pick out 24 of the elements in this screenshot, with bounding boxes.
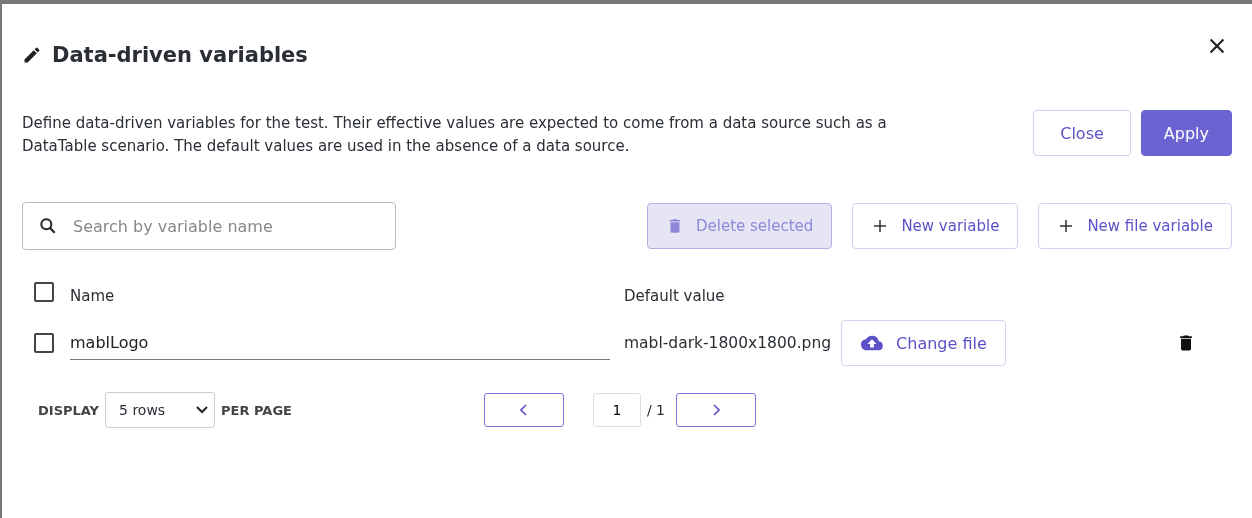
- add-button[interactable]: New variable: [852, 203, 1019, 249]
- chevron-right-icon: [712, 404, 720, 416]
- rows-per-page-select[interactable]: 5 rows: [105, 392, 216, 428]
- apply-button[interactable]: Apply: [1140, 110, 1232, 156]
- dialog-title: Data-driven variables: [52, 43, 309, 67]
- column-header: Name: [70, 287, 116, 305]
- per-page-label: PER PAGE: [221, 402, 292, 418]
- page-field[interactable]: 1: [592, 393, 641, 427]
- search-field[interactable]: Search by variable name: [22, 202, 396, 250]
- next-page-button[interactable]: [676, 393, 756, 427]
- display-label: DISPLAY: [38, 402, 100, 418]
- page-total: / 1: [646, 402, 665, 418]
- chevron-left-icon: [519, 404, 528, 416]
- previous-page-button[interactable]: [483, 393, 564, 427]
- chevron-down-icon: [196, 406, 209, 414]
- pencil-icon: [22, 45, 42, 65]
- change-file-button[interactable]: Change file: [841, 320, 1006, 366]
- add-button[interactable]: New file variable: [1038, 203, 1232, 249]
- description-text: Define data-driven variables for the test. Their effective values are expected to come from a data source such as a DataTable scenario. The default values are used in the absence of a data source.: [22, 113, 888, 157]
- column-header: Default value: [624, 287, 725, 305]
- select-all-checkbox[interactable]: [34, 282, 54, 302]
- file-name: mabl-dark-1800x1800.png: [624, 334, 832, 352]
- row-checkbox[interactable]: [34, 333, 54, 353]
- close-button[interactable]: Close: [1033, 110, 1131, 156]
